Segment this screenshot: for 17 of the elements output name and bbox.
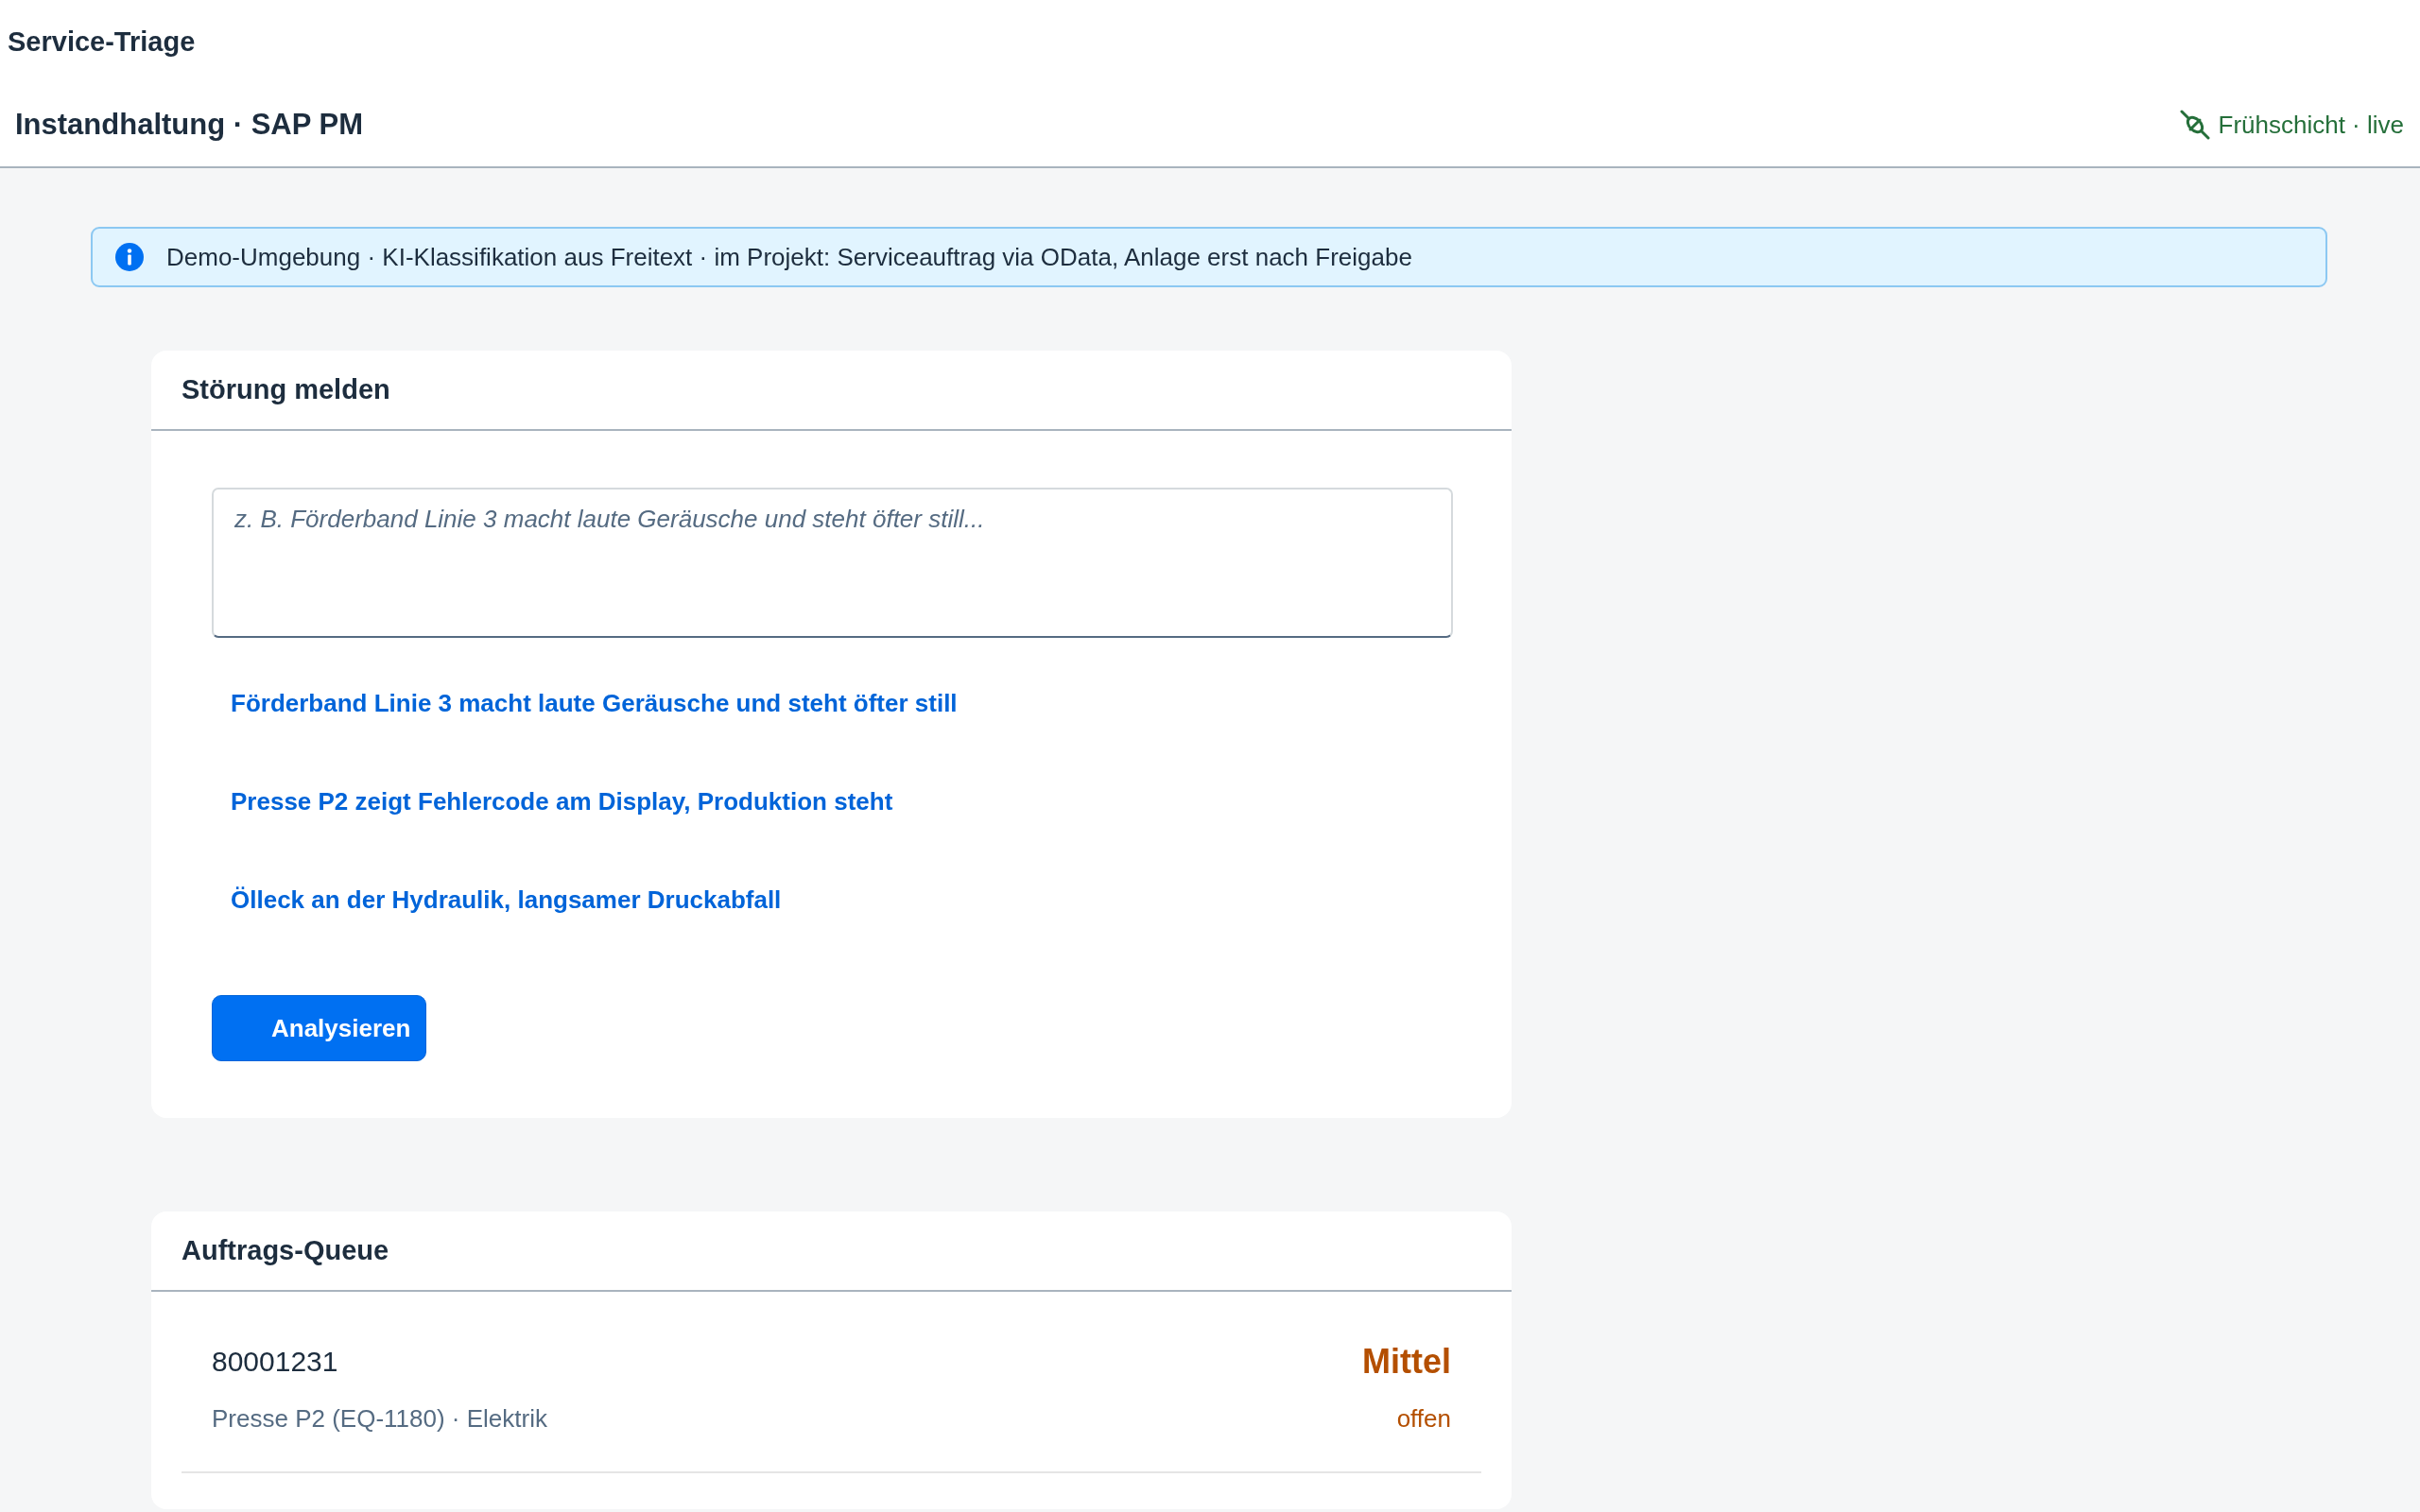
order-status: offen xyxy=(1396,1403,1451,1434)
suggestion-link[interactable]: Ölleck an der Hydraulik, langsamer Druckabfall xyxy=(231,885,782,915)
page-subtitle: Instandhaltung · SAP PM xyxy=(15,108,363,142)
analyze-button[interactable]: Analysieren xyxy=(212,995,426,1061)
suggestion-link[interactable]: Presse P2 zeigt Fehlercode am Display, Produktion steht xyxy=(231,787,893,816)
app-title: Service-Triage xyxy=(8,26,196,58)
priority-label: Mittel xyxy=(1362,1342,1451,1382)
connection-status: Frühschicht · live xyxy=(2218,110,2404,140)
description-field[interactable]: z. B. Förderband Linie 3 macht laute Geräusche und steht öfter still... xyxy=(212,488,1453,638)
info-icon xyxy=(115,243,144,271)
order-number: 80001231 xyxy=(212,1346,338,1378)
suggestion-link[interactable]: Förderband Linie 3 macht laute Geräusche und steht öfter still xyxy=(231,689,958,718)
order-details: Presse P2 (EQ-1180) · Elektrik xyxy=(212,1403,547,1434)
plug-icon xyxy=(2179,110,2210,140)
card-title: Störung melden xyxy=(182,374,390,405)
card-title: Auftrags-Queue xyxy=(182,1235,389,1266)
info-text: Demo-Umgebung · KI-Klassifikation aus Freitext · im Projekt: Serviceauftrag via OData, Anlage erst nach Freigabe xyxy=(166,242,1412,272)
